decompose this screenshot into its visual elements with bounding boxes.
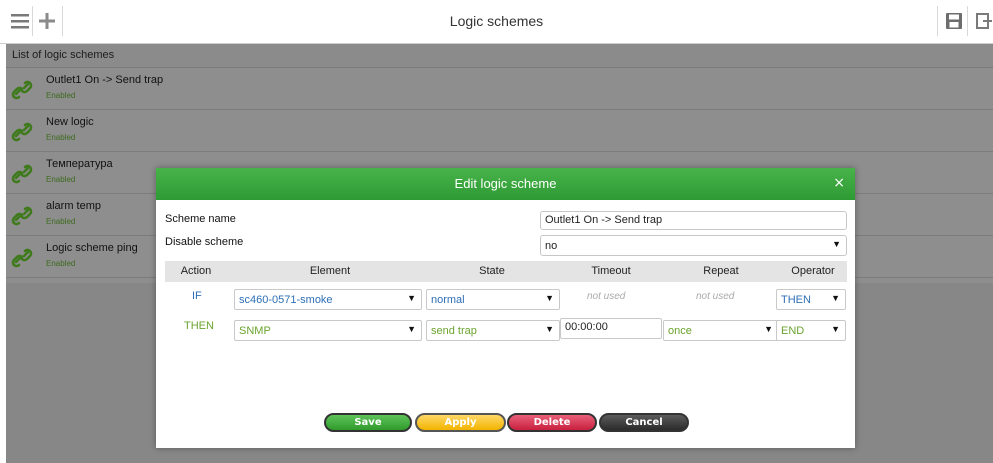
column-operator: Operator [791,265,835,277]
if-operator-select[interactable]: THEN ▼ [776,289,846,310]
list-item-name: alarm temp [46,200,102,212]
edit-logic-scheme-dialog: Edit logic scheme × Scheme name Outlet1 … [156,168,855,448]
if-repeat-value: not used [696,291,735,302]
chain-link-icon [11,206,33,226]
list-item-status: Enabled [46,217,76,226]
then-repeat-value: once [668,325,692,337]
list-item-name: Logic scheme ping [46,242,138,254]
list-item[interactable]: Outlet1 On -> Send trap Enabled [6,68,993,110]
list-item[interactable]: New logic Enabled [6,110,993,152]
scheme-name-input[interactable]: Outlet1 On -> Send trap [540,211,847,230]
disable-scheme-label: Disable scheme [165,236,244,248]
chain-link-icon [11,164,33,184]
list-item-status: Enabled [46,91,76,100]
page-title: Logic schemes [449,13,544,29]
chevron-down-icon: ▼ [545,293,554,303]
delete-button[interactable]: Delete [507,413,597,432]
toolbar-divider [967,6,968,36]
list-item-name: Outlet1 On -> Send trap [46,74,164,86]
column-action: Action [180,265,212,277]
if-timeout-value: not used [587,291,626,302]
then-element-select[interactable]: SNMP ▼ [234,320,422,341]
list-item-name: Температура [46,158,113,170]
column-repeat: Repeat [703,265,739,277]
list-header-label: List of logic schemes [12,49,115,61]
disable-scheme-value: no [545,240,558,252]
list-header: List of logic schemes [6,44,993,68]
list-item-status: Enabled [46,133,76,142]
top-toolbar: Logic schemes [0,0,993,44]
exit-icon[interactable] [970,6,993,36]
scheme-name-label: Scheme name [165,213,236,225]
chevron-down-icon: ▼ [764,324,773,334]
if-state-select[interactable]: normal ▼ [426,289,560,310]
dialog-header: Edit logic scheme × [156,168,855,200]
close-icon[interactable]: × [833,175,845,191]
then-element-value: SNMP [239,325,271,337]
save-button[interactable]: Save [324,413,412,432]
then-action-label: THEN [184,320,214,332]
toolbar-divider [937,6,938,36]
then-state-select[interactable]: send trap ▼ [426,320,560,341]
column-state: State [479,265,505,277]
then-repeat-select[interactable]: once ▼ [663,320,779,341]
chevron-down-icon: ▼ [832,239,841,249]
logic-schemes-app: Logic schemes List of logic schemes Outl… [0,0,993,463]
if-action-label: IF [192,290,202,302]
then-timeout-input[interactable]: 00:00:00 [560,318,662,339]
column-timeout: Timeout [591,265,631,277]
rules-table-header: Action Element State Timeout Repeat Oper… [165,261,847,282]
list-item-name: New logic [46,116,94,128]
list-item-status: Enabled [46,175,76,184]
disable-scheme-select[interactable]: no ▼ [540,235,847,256]
if-element-select[interactable]: sc460-0571-smoke ▼ [234,289,422,310]
chain-link-icon [11,248,33,268]
if-operator-value: THEN [781,294,811,306]
then-operator-value: END [781,325,805,337]
cancel-button[interactable]: Cancel [599,413,689,432]
chevron-down-icon: ▼ [407,324,416,334]
then-operator-select[interactable]: END ▼ [776,320,846,341]
chain-link-icon [11,122,33,142]
chevron-down-icon: ▼ [831,293,840,303]
chevron-down-icon: ▼ [831,324,840,334]
chain-link-icon [11,80,33,100]
apply-button[interactable]: Apply [415,413,506,432]
floppy-disk-icon[interactable] [940,6,968,36]
column-element: Element [309,265,351,277]
if-element-value: sc460-0571-smoke [239,294,333,306]
list-item-status: Enabled [46,259,76,268]
if-state-value: normal [431,294,465,306]
then-state-value: send trap [431,325,477,337]
chevron-down-icon: ▼ [407,293,416,303]
chevron-down-icon: ▼ [545,324,554,334]
dialog-title: Edit logic scheme [454,176,557,191]
